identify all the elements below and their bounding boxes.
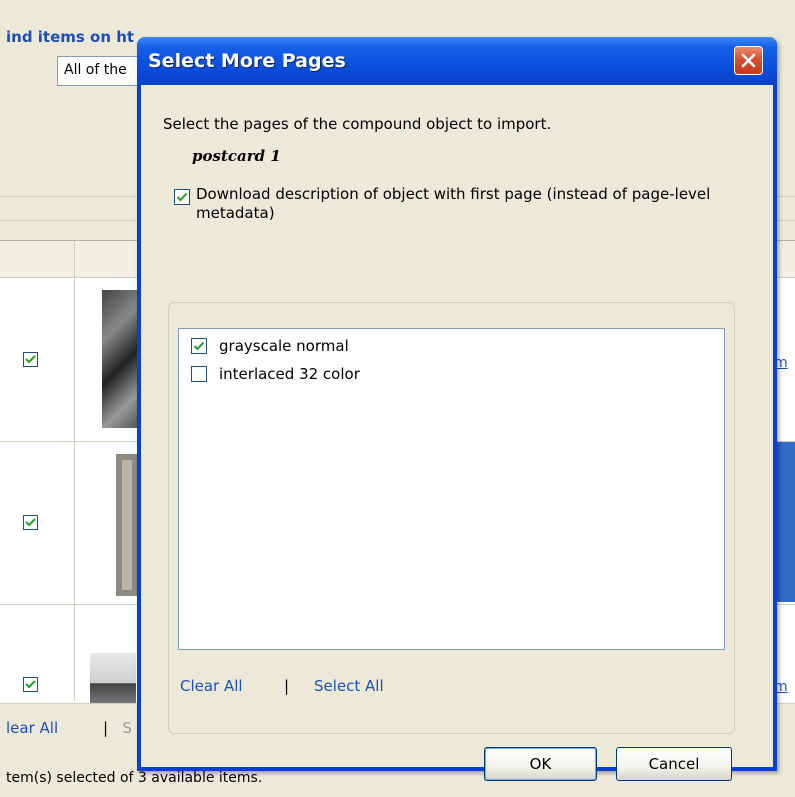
dialog-instruction: Select the pages of the compound object …	[163, 115, 552, 133]
thumbnail-image	[90, 653, 136, 703]
download-description-checkbox[interactable]	[174, 189, 190, 205]
checkmark-icon	[25, 355, 36, 364]
page-label: grayscale normal	[219, 337, 349, 355]
background-status-text: tem(s) selected of 3 available items.	[6, 770, 263, 786]
background-link-separator: | S	[103, 719, 132, 737]
row-checkbox[interactable]	[23, 515, 38, 530]
dialog-body: Select the pages of the compound object …	[141, 85, 773, 781]
checkmark-icon	[176, 192, 188, 202]
row-checkbox[interactable]	[23, 352, 38, 367]
page-label: interlaced 32 color	[219, 365, 360, 383]
close-button[interactable]	[734, 46, 763, 75]
checkmark-icon	[25, 518, 36, 527]
dialog-title: Select More Pages	[148, 50, 346, 72]
clear-all-link[interactable]: Clear All	[180, 677, 243, 695]
cancel-button[interactable]: Cancel	[616, 747, 732, 781]
ok-button[interactable]: OK	[484, 747, 597, 781]
select-all-link[interactable]: Select All	[314, 677, 384, 695]
row-checkbox[interactable]	[23, 677, 38, 692]
dialog-titlebar[interactable]: Select More Pages	[137, 37, 777, 85]
object-name: postcard 1	[192, 147, 281, 165]
thumbnail-image	[116, 454, 138, 596]
page-checkbox[interactable]	[191, 338, 207, 354]
download-description-label: Download description of object with firs…	[196, 185, 711, 222]
checkmark-icon	[193, 341, 205, 351]
checkmark-icon	[25, 680, 36, 689]
close-icon	[741, 53, 756, 68]
link-separator: |	[284, 677, 290, 695]
select-more-pages-dialog: Select More Pages Select the pages of th…	[137, 37, 777, 781]
pages-list[interactable]: grayscale normal interlaced 32 color	[178, 328, 725, 650]
background-clear-all-link[interactable]: lear All	[6, 719, 58, 737]
selected-row-highlight	[775, 442, 795, 602]
background-find-title: ind items on ht	[6, 28, 135, 46]
thumbnail-image	[102, 290, 138, 428]
page-checkbox[interactable]	[191, 366, 207, 382]
